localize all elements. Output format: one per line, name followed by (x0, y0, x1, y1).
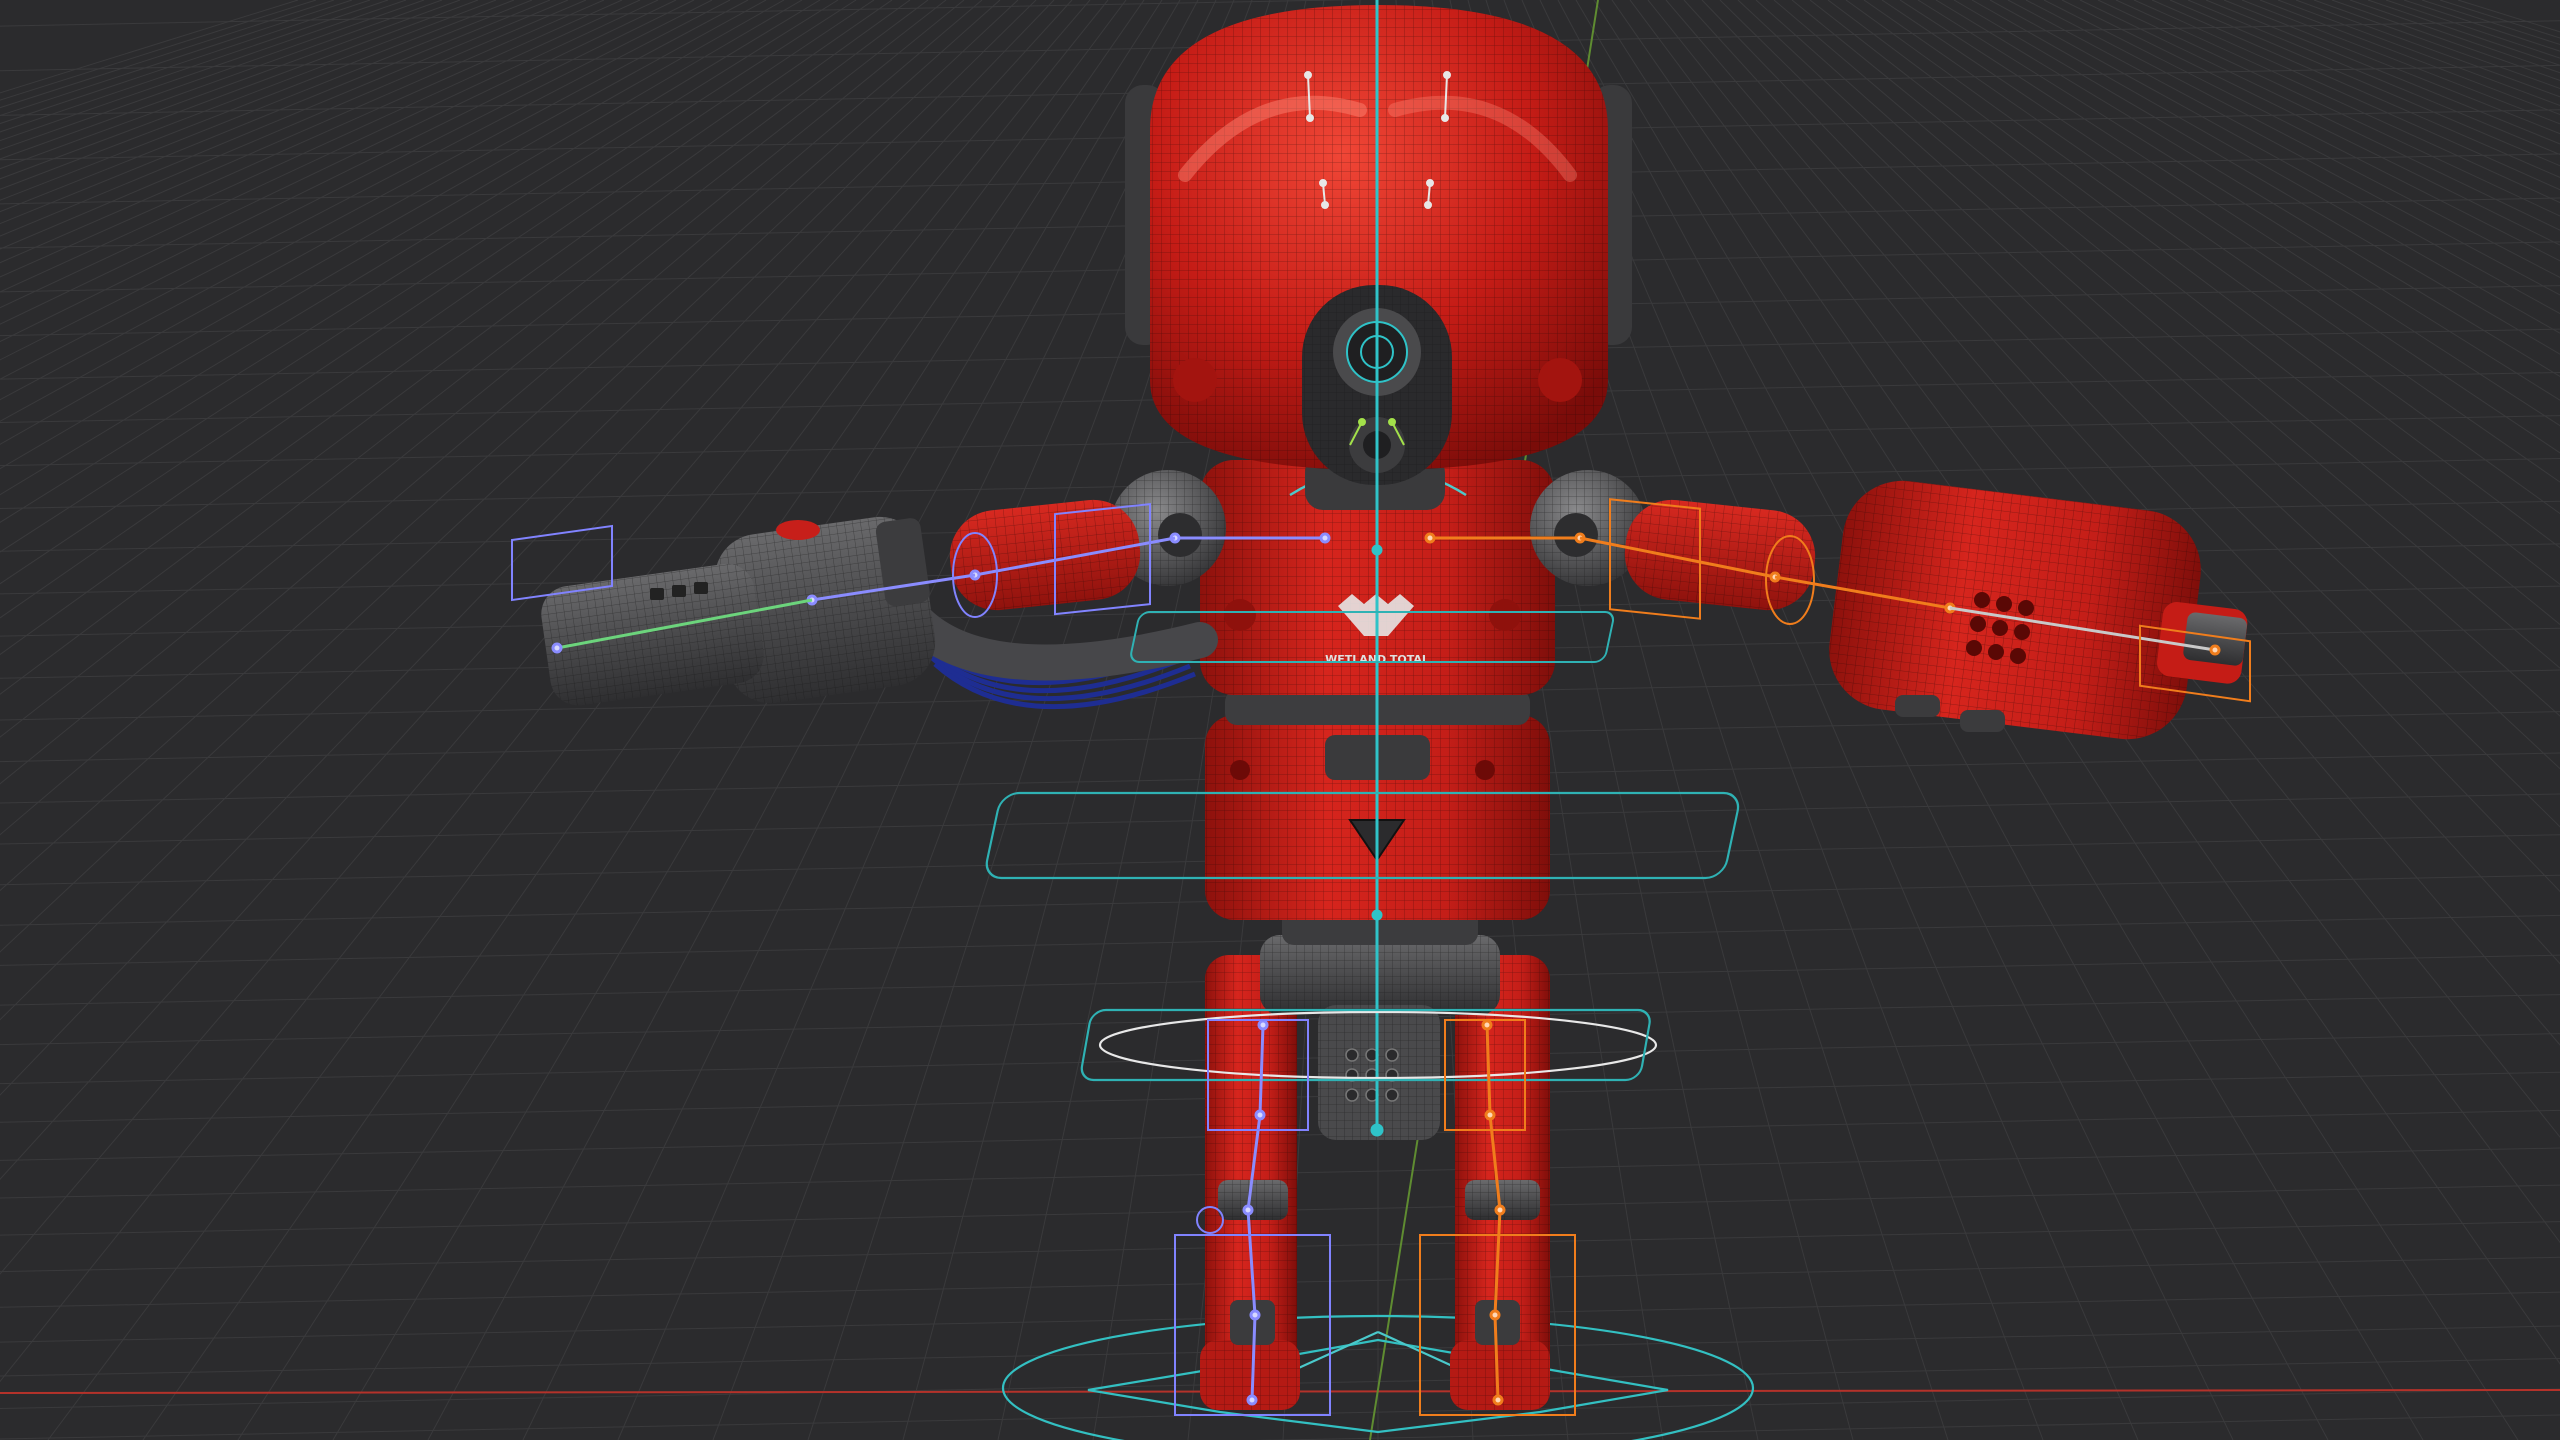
grid-line (0, 0, 1019, 953)
grid-line (2457, 0, 2560, 33)
grid-line (0, 0, 479, 180)
right-upper-arm (1624, 499, 1816, 611)
grid-line (142, 0, 1145, 1440)
grid-line (0, 0, 551, 225)
grid-line (0, 0, 929, 695)
grid-line (0, 0, 605, 264)
grid-line (332, 0, 1181, 1440)
grid-line (0, 0, 623, 278)
grid-line (0, 0, 389, 133)
grid-line (0, 0, 785, 445)
grid-line (0, 0, 1055, 1096)
grid-line (0, 0, 965, 785)
grid-line (0, 0, 299, 94)
grid-line (0, 0, 767, 422)
grid-line (2151, 0, 2560, 178)
grid-line (0, 0, 1001, 892)
grid-line (2241, 0, 2560, 125)
grid-line (2259, 0, 2560, 116)
grid-line (0, 0, 803, 470)
grid-line (237, 0, 1163, 1440)
grid-line (0, 0, 1073, 1181)
grid-line (0, 0, 407, 142)
grid-line (0, 0, 461, 170)
left-upper-arm (949, 499, 1141, 611)
grid-line (0, 0, 353, 117)
grid-line (2223, 0, 2560, 135)
grid-line (0, 0, 821, 496)
right-leg (1450, 955, 1550, 1410)
grid-line (2187, 0, 2560, 156)
grid-line (0, 0, 533, 213)
grid-line (2133, 0, 2560, 191)
grid-line (427, 0, 1199, 1440)
grid-line (522, 0, 1217, 1440)
arm-hose (882, 582, 1218, 681)
grid-line (0, 0, 731, 380)
right-forearm-cannon (1829, 480, 2248, 740)
grid-line (0, 0, 875, 585)
left-forearm-gun (541, 516, 936, 706)
3d-viewport[interactable]: WETLAND TOTAL (0, 0, 2560, 1440)
grid-line (0, 0, 947, 738)
grid-line (0, 0, 443, 160)
grid-line (1557, 0, 2329, 1440)
grid-line (0, 0, 1037, 1021)
